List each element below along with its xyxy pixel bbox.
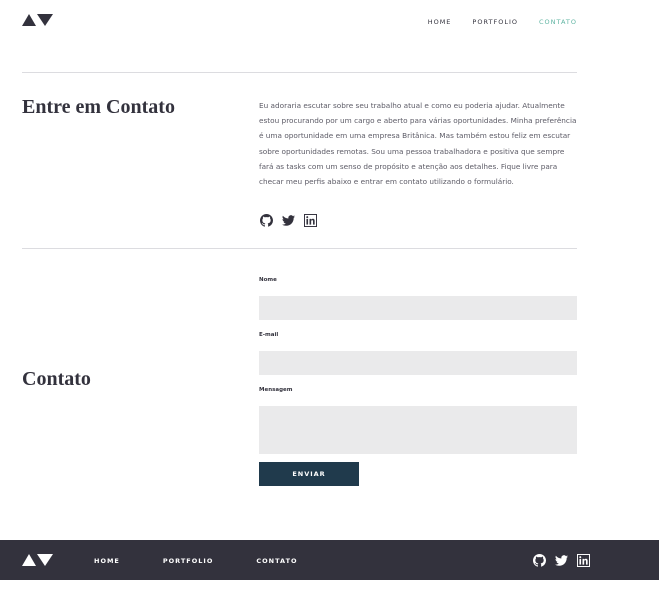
about-text: Eu adoraria escutar sobre seu trabalho a… (259, 101, 577, 187)
github-icon[interactable] (259, 213, 273, 227)
footer: HOME PORTFOLIO CONTATO (0, 540, 659, 580)
logo[interactable] (22, 14, 53, 26)
github-icon[interactable] (532, 553, 546, 567)
footer-nav-contato-link[interactable]: CONTATO (256, 557, 297, 565)
submit-button[interactable]: ENVIAR (259, 462, 359, 486)
nav-portfolio-link[interactable]: PORTFOLIO (472, 18, 518, 26)
about-social-links (259, 213, 317, 227)
footer-nav: HOME PORTFOLIO CONTATO (94, 557, 298, 565)
logo-triangle-down-icon (37, 554, 53, 566)
footer-nav-portfolio-link[interactable]: PORTFOLIO (163, 557, 214, 565)
footer-logo[interactable] (22, 554, 53, 566)
logo-triangle-down-icon (37, 14, 53, 26)
name-label: Nome (259, 277, 277, 283)
email-label: E-mail (259, 332, 279, 338)
about-title: Entre em Contato (22, 96, 175, 118)
linkedin-icon[interactable] (576, 553, 590, 567)
twitter-icon[interactable] (281, 213, 295, 227)
contact-title: Contato (22, 368, 91, 390)
middle-divider (22, 248, 577, 249)
message-label: Mensagem (259, 387, 293, 393)
top-divider (22, 72, 577, 73)
logo-triangle-up-icon (22, 554, 36, 566)
footer-social-links (532, 553, 590, 567)
nav-contato-link[interactable]: CONTATO (539, 18, 577, 26)
footer-nav-home-link[interactable]: HOME (94, 557, 120, 565)
email-field[interactable] (259, 351, 577, 375)
nav-home-link[interactable]: HOME (428, 18, 452, 26)
name-field[interactable] (259, 296, 577, 320)
logo-triangle-up-icon (22, 14, 36, 26)
message-field[interactable] (259, 406, 577, 454)
linkedin-icon[interactable] (303, 213, 317, 227)
twitter-icon[interactable] (554, 553, 568, 567)
top-nav: HOME PORTFOLIO CONTATO (428, 18, 577, 26)
